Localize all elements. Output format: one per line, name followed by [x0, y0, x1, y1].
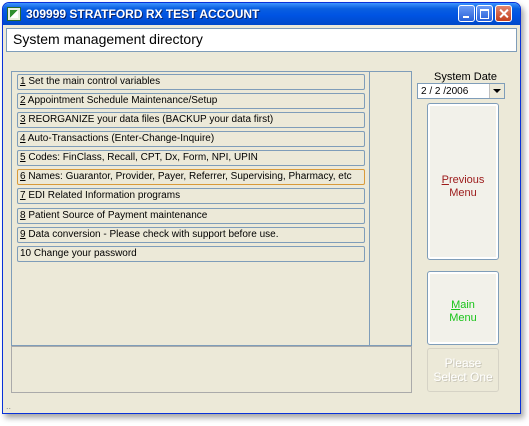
menu-item-10[interactable]: 10 Change your password — [17, 246, 365, 262]
system-date-dropdown[interactable]: 2 / 2 /2006 — [417, 83, 505, 99]
previous-menu-button[interactable]: Previous Menu — [427, 103, 499, 260]
main-window: 309999 STRATFORD RX TEST ACCOUNT System … — [2, 2, 521, 414]
menu-item-3[interactable]: 3 REORGANIZE your data files (BACKUP you… — [17, 112, 365, 128]
system-date-value: 2 / 2 /2006 — [421, 86, 469, 97]
menu-item-label: Auto-Transactions (Enter-Change-Inquire) — [25, 133, 215, 144]
main-menu-label-line2: Menu — [449, 312, 477, 324]
menu-item-7[interactable]: 7 EDI Related Information programs — [17, 188, 365, 204]
app-icon — [7, 7, 21, 21]
menu-item-label: Data conversion - Please check with supp… — [25, 229, 279, 240]
close-button[interactable] — [495, 5, 512, 22]
previous-menu-label: Previous Menu — [428, 174, 498, 200]
title-bar[interactable]: 309999 STRATFORD RX TEST ACCOUNT — [3, 3, 520, 25]
menu-item-2[interactable]: 2 Appointment Schedule Maintenance/Setup — [17, 93, 365, 109]
system-date-label: System Date — [434, 71, 497, 83]
previous-menu-label-line2: Menu — [449, 187, 477, 199]
menu-item-label: 10 Change your password — [20, 248, 137, 259]
menu-item-label: Names: Guarantor, Provider, Payer, Refer… — [25, 171, 352, 182]
previous-menu-hotkey: P — [441, 174, 449, 186]
message-panel — [11, 346, 412, 393]
menu-item-label: Set the main control variables — [25, 76, 161, 87]
main-menu-label-line1: ain — [460, 299, 475, 311]
please-select-label: Please Select One — [428, 356, 498, 384]
menu-item-9[interactable]: 9 Data conversion - Please check with su… — [17, 227, 365, 243]
page-title: System management directory — [13, 31, 203, 47]
menu-item-label: Appointment Schedule Maintenance/Setup — [25, 95, 218, 106]
maximize-button[interactable] — [476, 5, 493, 22]
menu-item-label: REORGANIZE your data files (BACKUP your … — [25, 114, 274, 125]
menu-item-6[interactable]: 6 Names: Guarantor, Provider, Payer, Ref… — [17, 169, 365, 185]
menu-item-1[interactable]: 1 Set the main control variables — [17, 74, 365, 90]
please-select-one-button: Please Select One — [427, 348, 499, 392]
main-menu-hotkey: M — [451, 299, 461, 311]
main-menu-label: Main Menu — [428, 299, 498, 325]
minimize-button[interactable] — [458, 5, 475, 22]
menu-item-label: Codes: FinClass, Recall, CPT, Dx, Form, … — [25, 152, 258, 163]
menu-item-8[interactable]: 8 Patient Source of Payment maintenance — [17, 208, 365, 224]
menu-item-4[interactable]: 4 Auto-Transactions (Enter-Change-Inquir… — [17, 131, 365, 147]
window-title: 309999 STRATFORD RX TEST ACCOUNT — [26, 7, 260, 21]
chevron-down-icon[interactable] — [489, 84, 504, 98]
resize-grip[interactable]: .. — [6, 401, 11, 411]
header-panel: System management directory — [6, 28, 517, 52]
menu-item-label: EDI Related Information programs — [25, 190, 181, 201]
please-select-line2: Select One — [433, 370, 493, 384]
please-select-line1: Please — [444, 356, 482, 370]
main-menu-button[interactable]: Main Menu — [427, 271, 499, 345]
menu-item-5[interactable]: 5 Codes: FinClass, Recall, CPT, Dx, Form… — [17, 150, 365, 166]
side-panel — [369, 71, 412, 346]
previous-menu-label-line1: revious — [448, 174, 485, 186]
menu-item-label: Patient Source of Payment maintenance — [25, 210, 208, 221]
